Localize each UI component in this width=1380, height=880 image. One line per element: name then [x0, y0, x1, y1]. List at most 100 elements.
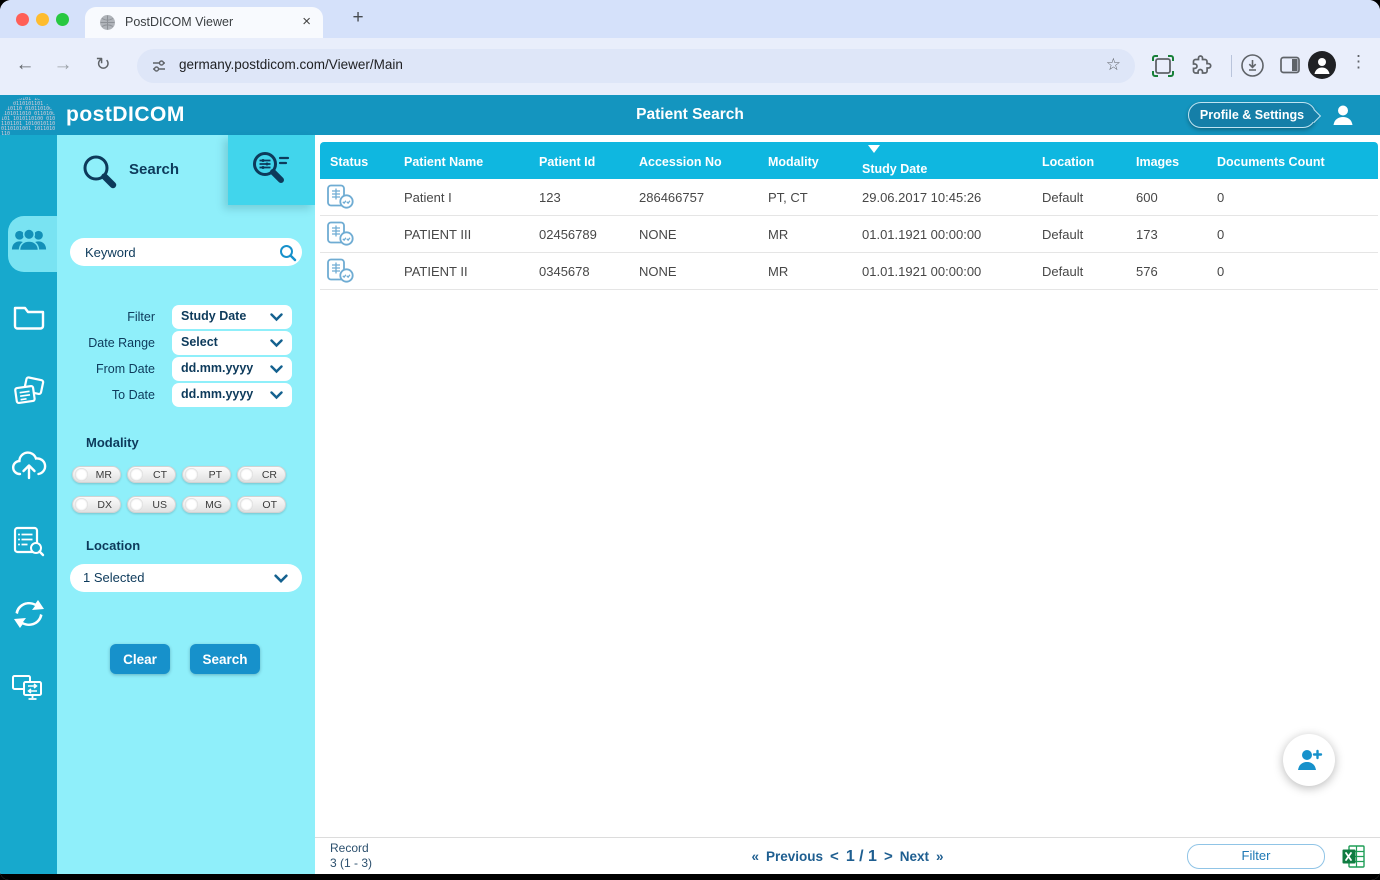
site-info-icon[interactable] — [151, 58, 167, 74]
table-row[interactable]: PATIENT III 02456789 NONE MR 01.01.1921 … — [320, 216, 1378, 253]
url-bar[interactable]: germany.postdicom.com/Viewer/Main ☆ — [137, 49, 1135, 83]
patients-icon — [11, 228, 46, 252]
table-row[interactable]: Patient I 123 286466757 PT, CT 29.06.201… — [320, 179, 1378, 216]
first-page-icon[interactable]: « — [752, 849, 760, 864]
cell-study-date: 01.01.1921 00:00:00 — [862, 264, 982, 279]
date-range-dropdown[interactable]: Select — [172, 331, 292, 355]
modality-toggle-ot[interactable]: OT — [237, 496, 286, 513]
column-images[interactable]: Images — [1136, 142, 1179, 182]
chevron-down-icon — [274, 574, 288, 583]
column-documents-count[interactable]: Documents Count — [1217, 142, 1325, 182]
to-date-dropdown[interactable]: dd.mm.yyyy — [172, 383, 292, 407]
folder-icon — [13, 306, 44, 330]
sidebar-item-worklist[interactable] — [0, 525, 57, 562]
browser-tab[interactable]: PostDICOM Viewer × — [85, 7, 323, 38]
chevron-down-icon — [270, 391, 283, 400]
toggle-knob — [239, 498, 253, 511]
cell-patient-id: 02456789 — [539, 227, 597, 242]
cell-documents-count: 0 — [1217, 264, 1225, 279]
column-patient-id[interactable]: Patient Id — [539, 142, 595, 182]
add-patient-button[interactable] — [1283, 734, 1335, 786]
tab-advanced-search[interactable] — [228, 135, 315, 205]
column-location[interactable]: Location — [1042, 142, 1094, 182]
modality-toggle-ct[interactable]: CT — [127, 466, 176, 483]
sidebar-item-studies[interactable] — [0, 375, 57, 414]
modality-toggle-mr[interactable]: MR — [72, 466, 121, 483]
prev-page-icon[interactable]: < — [830, 848, 839, 865]
modality-toggle-cr[interactable]: CR — [237, 466, 286, 483]
forward-button[interactable]: → — [50, 54, 76, 76]
tab-close-icon[interactable]: × — [302, 13, 311, 30]
column-accession-no[interactable]: Accession No — [639, 142, 722, 182]
next-page-button[interactable]: Next — [900, 849, 929, 864]
new-tab-button[interactable]: + — [345, 5, 371, 31]
cell-patient-name: PATIENT II — [404, 264, 468, 279]
date-range-label: Date Range — [88, 336, 155, 350]
sidebar-item-folders[interactable] — [0, 302, 57, 335]
toggle-knob — [184, 498, 198, 511]
from-date-dropdown[interactable]: dd.mm.yyyy — [172, 357, 292, 381]
side-panel-icon[interactable] — [1278, 53, 1302, 77]
from-date-label: From Date — [95, 362, 155, 376]
browser-menu-icon[interactable]: ⋮ — [1350, 52, 1367, 72]
cell-patient-name: Patient I — [404, 190, 452, 205]
bookmark-star-icon[interactable]: ☆ — [1106, 55, 1121, 75]
extensions-icon[interactable] — [1190, 53, 1214, 77]
column-status[interactable]: Status — [330, 142, 368, 182]
browser-profile-avatar[interactable] — [1308, 51, 1336, 79]
cell-images: 173 — [1136, 227, 1158, 242]
search-panel: Search Filter Study Date Date Range Sele… — [57, 135, 315, 874]
sync-icon — [13, 600, 44, 628]
modality-toggle-us[interactable]: US — [127, 496, 176, 513]
browser-toolbar: ← → ↻ germany.postdicom.com/Viewer/Main … — [0, 38, 1380, 95]
study-status-icon[interactable] — [326, 258, 356, 284]
sidebar-item-upload[interactable] — [0, 450, 57, 485]
study-status-icon[interactable] — [326, 221, 356, 247]
worklist-search-icon — [13, 526, 44, 557]
user-profile-icon[interactable] — [1330, 102, 1356, 128]
chevron-down-icon — [270, 313, 283, 322]
screen-capture-icon[interactable] — [1150, 53, 1176, 79]
modality-toggle-mg[interactable]: MG — [182, 496, 231, 513]
minimize-window-button[interactable] — [36, 13, 49, 26]
browser-window: PostDICOM Viewer × + ← → ↻ germany.postd… — [0, 0, 1380, 880]
location-dropdown[interactable]: 1 Selected — [70, 564, 302, 592]
cell-modality: MR — [768, 227, 789, 242]
toggle-knob — [74, 468, 88, 481]
close-window-button[interactable] — [16, 13, 29, 26]
page-title: Patient Search — [636, 106, 744, 123]
clear-button[interactable]: Clear — [110, 644, 170, 674]
last-page-icon[interactable]: » — [936, 849, 944, 864]
search-button[interactable]: Search — [190, 644, 260, 674]
export-excel-icon[interactable] — [1341, 844, 1366, 869]
keyword-input[interactable] — [70, 238, 302, 266]
profile-settings-button[interactable]: Profile & Settings — [1188, 102, 1316, 128]
keyword-search-icon[interactable] — [279, 244, 297, 262]
fullscreen-window-button[interactable] — [56, 13, 69, 26]
reload-button[interactable]: ↻ — [90, 54, 116, 75]
column-modality[interactable]: Modality — [768, 142, 819, 182]
download-icon[interactable] — [1240, 53, 1265, 78]
previous-page-button[interactable]: Previous — [766, 849, 823, 864]
cell-location: Default — [1042, 190, 1084, 205]
toggle-knob — [184, 468, 198, 481]
to-date-label: To Date — [111, 388, 155, 402]
url-text[interactable]: germany.postdicom.com/Viewer/Main — [179, 57, 403, 72]
table-row[interactable]: PATIENT II 0345678 NONE MR 01.01.1921 00… — [320, 253, 1378, 290]
column-patient-name[interactable]: Patient Name — [404, 142, 483, 182]
tab-search[interactable]: Search — [57, 135, 228, 205]
sidebar-item-patients[interactable] — [0, 225, 57, 260]
next-page-icon[interactable]: > — [884, 848, 893, 865]
modality-toggle-pt[interactable]: PT — [182, 466, 231, 483]
back-button[interactable]: ← — [12, 54, 38, 76]
filter-button[interactable]: Filter — [1187, 844, 1325, 869]
modality-toggle-dx[interactable]: DX — [72, 496, 121, 513]
filter-dropdown[interactable]: Study Date — [172, 305, 292, 329]
study-status-icon[interactable] — [326, 184, 356, 210]
cell-location: Default — [1042, 227, 1084, 242]
sidebar-item-sync[interactable] — [0, 598, 57, 635]
cell-modality: MR — [768, 264, 789, 279]
sidebar-item-remote-devices[interactable] — [0, 672, 57, 709]
left-sidebar — [0, 135, 57, 874]
cell-modality: PT, CT — [768, 190, 808, 205]
